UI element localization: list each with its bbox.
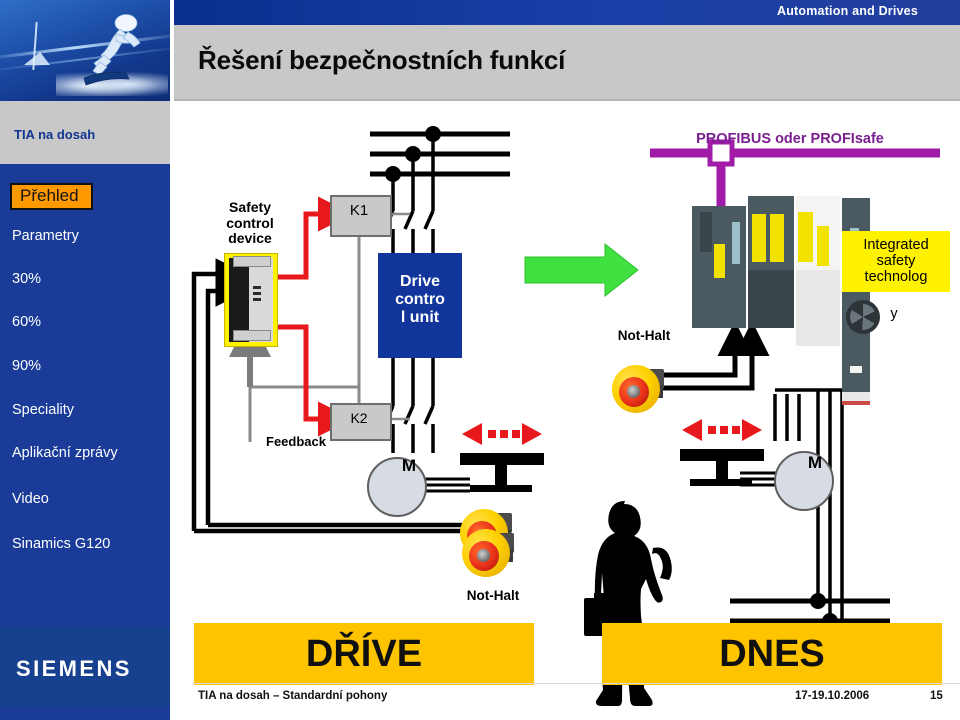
sidebar-item-30[interactable]: 30% xyxy=(12,271,41,287)
relay-led-strip xyxy=(253,286,263,308)
slide-root: Automation and Drives Řešení bezpečnostn… xyxy=(0,0,960,720)
wiring-block-1 xyxy=(748,270,794,328)
contactor-k2-label: K2 xyxy=(350,410,368,426)
motor-return-loops xyxy=(194,522,480,534)
sidebar-item-parametry[interactable]: Parametry xyxy=(12,228,79,244)
hero-image xyxy=(0,0,170,101)
integrated-safety-label-tail: y xyxy=(890,306,898,322)
terminal-yellow-1 xyxy=(714,244,725,278)
automation-and-drives-label: Automation and Drives xyxy=(776,4,918,18)
sidebar-item-sinamics-g120[interactable]: Sinamics G120 xyxy=(12,536,110,552)
terminal-yellow-4 xyxy=(798,212,813,262)
motor-left-label: M xyxy=(401,456,417,475)
diagram-canvas: Safety control device K1 K2 Feedback Drive… xyxy=(170,101,960,706)
not-halt-label-lower: Not-Halt xyxy=(466,588,520,603)
page-title: Řešení bezpečnostních funkcí xyxy=(198,45,566,75)
machine-table-left xyxy=(460,453,544,492)
emergency-stop-button-icon-1[interactable] xyxy=(612,365,664,413)
banner-drive-new-text: DNES xyxy=(719,633,825,675)
motor-right-label: M xyxy=(807,453,823,472)
drive-control-unit-label: Drive contro l unit xyxy=(395,273,445,326)
terminal-yellow-2 xyxy=(752,214,766,262)
motion-arrow-right xyxy=(682,419,762,441)
profibus-label: PROFIBUS oder PROFIsafe xyxy=(696,131,884,147)
not-halt-label-upper: Not-Halt xyxy=(617,328,671,343)
motor1-leads xyxy=(423,477,470,493)
safety-control-device-label: Safety control device xyxy=(226,199,274,247)
green-right-arrow-icon xyxy=(524,242,639,298)
sidebar-item-60[interactable]: 60% xyxy=(12,314,41,330)
emergency-stop-button-icon-3[interactable] xyxy=(462,529,514,577)
sidebar-item-90[interactable]: 90% xyxy=(12,358,41,374)
drive-terminal-stripe xyxy=(842,401,870,405)
siemens-logo-text: SIEMENS xyxy=(16,656,132,681)
drive-display xyxy=(850,366,862,373)
k1-contacts xyxy=(383,210,435,253)
footer-left-text: TIA na dosah – Standardní pohony xyxy=(198,690,388,702)
footer-divider xyxy=(192,683,960,684)
terminal-yellow-5 xyxy=(817,226,829,266)
footer-date: 17-19.10.2006 xyxy=(795,690,870,702)
k2-contacts xyxy=(383,405,435,453)
sidebar-item-label: Přehled xyxy=(20,186,79,205)
plc-rack-image xyxy=(692,196,880,408)
estop-feedback-loops xyxy=(191,258,247,531)
drive-output-lines xyxy=(391,358,435,406)
sidebar-item-video[interactable]: Video xyxy=(12,491,49,507)
terminal-yellow-3 xyxy=(770,214,784,262)
integrated-safety-label: Integrated safety technolog xyxy=(842,231,950,292)
banner-drive-old-text: DŘÍVE xyxy=(305,633,423,675)
sidebar-item-prehled[interactable]: Přehled xyxy=(10,183,93,210)
cpu-bus-connector xyxy=(700,212,712,252)
motion-arrow-left xyxy=(462,423,542,445)
rail-tia-label: TIA na dosah xyxy=(14,127,96,142)
feedback-label: Feedback xyxy=(266,434,326,449)
relay-top-terminals xyxy=(233,256,271,267)
terminal-cyan-1 xyxy=(732,222,740,264)
contactor-k1-label: K1 xyxy=(349,202,369,219)
footer-page-number: 15 xyxy=(930,690,943,702)
snowboarder-icon xyxy=(83,14,141,86)
sidebar-item-aplikacni-zpravy[interactable]: Aplikační zprávy xyxy=(12,445,118,461)
machine-table-right xyxy=(680,449,764,486)
sidebar-item-speciality[interactable]: Speciality xyxy=(12,402,74,418)
siemens-logo: SIEMENS xyxy=(0,627,170,707)
relay-bottom-terminals xyxy=(233,330,271,341)
wiring-block-2 xyxy=(796,270,840,346)
safety-relay-device-image xyxy=(224,253,278,347)
